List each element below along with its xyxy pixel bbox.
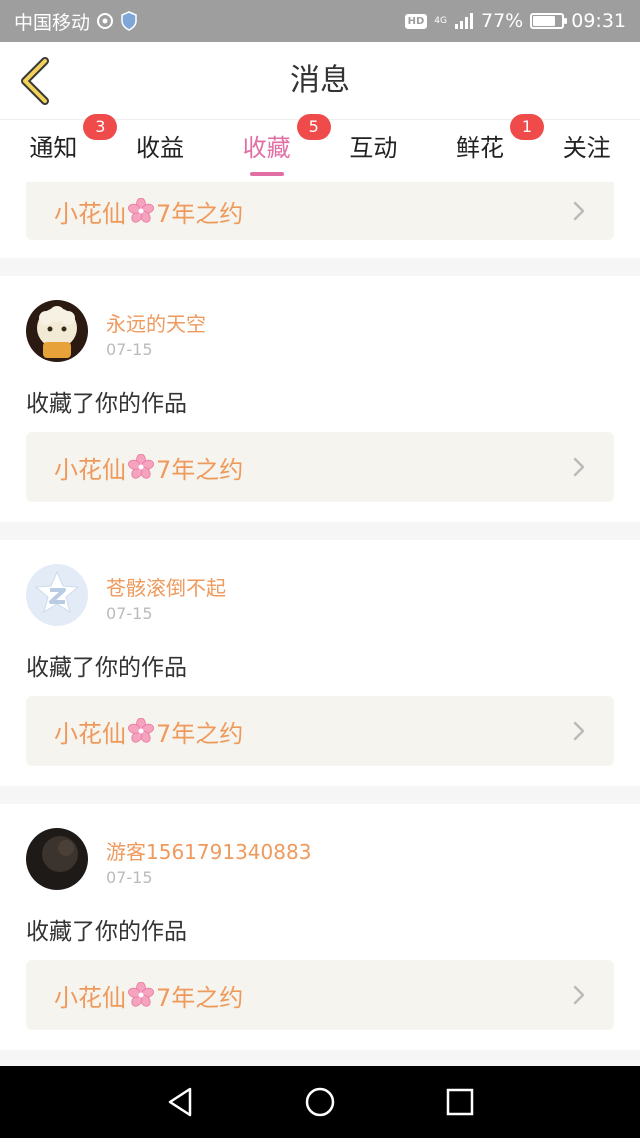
- avatar[interactable]: [26, 300, 88, 362]
- work-link[interactable]: 小花仙 7年之约: [26, 960, 614, 1030]
- tab-label: 鲜花: [456, 134, 505, 162]
- tab-favorites[interactable]: 收藏 5: [213, 114, 331, 182]
- divider: [0, 786, 640, 804]
- message-text: 收藏了你的作品: [26, 655, 187, 681]
- tab-active-indicator: [249, 172, 284, 176]
- message-date: 07-15: [106, 604, 153, 623]
- sakura-icon: [128, 198, 154, 223]
- tab-label: 收藏: [242, 134, 291, 162]
- battery-icon: [530, 13, 568, 29]
- carrier-label: 中国移动: [14, 11, 91, 34]
- signal-icon: [454, 12, 474, 30]
- chevron-right-icon: [572, 200, 586, 222]
- square-recent-icon: [446, 1088, 474, 1116]
- tab-bar: 通知 3 收益 收藏 5 互动 鲜花 1 关注: [0, 114, 640, 182]
- divider: [0, 258, 640, 276]
- work-title-prefix: 小花仙: [54, 455, 126, 484]
- username[interactable]: 苍骸滚倒不起: [106, 572, 226, 601]
- chevron-right-icon: [572, 720, 586, 742]
- hotspot-icon: [96, 12, 114, 30]
- tab-flowers[interactable]: 鲜花 1: [427, 114, 545, 182]
- sakura-icon: [128, 718, 154, 743]
- chevron-right-icon: [572, 984, 586, 1006]
- list-item: 游客1561791340883 07-15 收藏了你的作品 小花仙 7年之约: [0, 804, 640, 1050]
- tab-label: 互动: [349, 134, 398, 162]
- clock: 09:31: [571, 10, 626, 32]
- status-left: 中国移动: [14, 8, 138, 35]
- work-title-suffix: 7年之约: [156, 455, 244, 484]
- system-nav-bar: [0, 1066, 640, 1138]
- tab-interaction[interactable]: 互动: [320, 120, 427, 182]
- nav-home-button[interactable]: [290, 1072, 350, 1132]
- message-date: 07-15: [106, 868, 153, 887]
- avatar[interactable]: [26, 828, 88, 890]
- sakura-icon: [128, 982, 154, 1007]
- hd-badge: HD: [404, 13, 428, 29]
- work-title-suffix: 7年之约: [156, 983, 244, 1012]
- message-text: 收藏了你的作品: [26, 391, 187, 417]
- divider: [0, 1050, 640, 1066]
- tab-label: 通知: [29, 134, 78, 162]
- status-right: HD 4G 77% 09:31: [404, 10, 626, 32]
- tab-label: 收益: [136, 134, 184, 162]
- avatar[interactable]: [26, 564, 88, 626]
- work-link[interactable]: 小花仙 7年之约: [26, 182, 614, 240]
- nav-recent-button[interactable]: [430, 1072, 490, 1132]
- work-title-prefix: 小花仙: [54, 719, 126, 748]
- network-type: 4G: [434, 15, 447, 26]
- tab-earnings[interactable]: 收益: [107, 120, 214, 182]
- divider: [0, 522, 640, 540]
- chevron-right-icon: [572, 456, 586, 478]
- sakura-icon: [128, 454, 154, 479]
- tab-label: 关注: [562, 134, 611, 162]
- page-title: 消息: [290, 63, 350, 98]
- list-item: 永远的天空 07-15 收藏了你的作品 小花仙 7年之约: [0, 276, 640, 522]
- message-list[interactable]: 小花仙 7年之约 永远的天空 07-15 收藏了你的作品 小花仙 7年之约 苍骸…: [0, 182, 640, 1066]
- app-header: 消息: [0, 42, 640, 120]
- work-title-suffix: 7年之约: [156, 719, 244, 748]
- circle-home-icon: [305, 1087, 335, 1117]
- username[interactable]: 永远的天空: [106, 308, 206, 337]
- work-link[interactable]: 小花仙 7年之约: [26, 432, 614, 502]
- work-link[interactable]: 小花仙 7年之约: [26, 696, 614, 766]
- tab-notify[interactable]: 通知 3: [0, 114, 118, 182]
- list-item: 小花仙 7年之约: [0, 182, 640, 258]
- username[interactable]: 游客1561791340883: [106, 836, 311, 865]
- message-text: 收藏了你的作品: [26, 919, 187, 945]
- status-bar: 中国移动 HD 4G 77% 09:31: [0, 0, 640, 42]
- triangle-back-icon: [168, 1087, 192, 1117]
- battery-fill: [533, 16, 555, 26]
- nav-back-button[interactable]: [150, 1072, 210, 1132]
- tab-follow[interactable]: 关注: [533, 120, 640, 182]
- list-item: 苍骸滚倒不起 07-15 收藏了你的作品 小花仙 7年之约: [0, 540, 640, 786]
- work-title-prefix: 小花仙: [54, 199, 126, 228]
- battery-percent: 77%: [481, 10, 524, 32]
- message-date: 07-15: [106, 340, 153, 359]
- work-title-suffix: 7年之约: [156, 199, 244, 228]
- work-title-prefix: 小花仙: [54, 983, 126, 1012]
- shield-icon: [120, 11, 138, 31]
